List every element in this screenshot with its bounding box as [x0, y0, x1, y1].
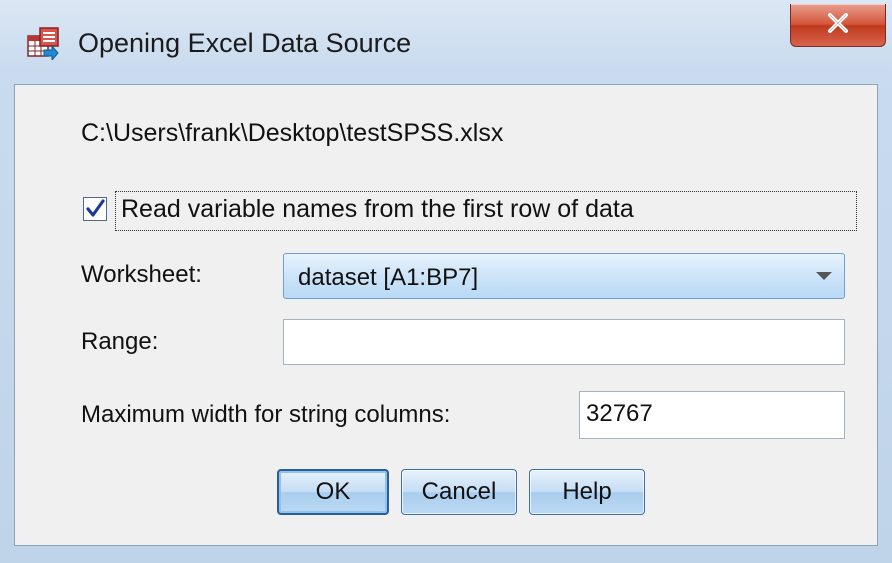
max-width-input[interactable]: 32767 — [579, 391, 845, 439]
checkmark-icon — [86, 199, 105, 217]
ok-button[interactable]: OK — [277, 469, 389, 515]
max-width-label: Maximum width for string columns: — [81, 401, 451, 428]
range-label: Range: — [81, 328, 159, 355]
chevron-down-icon — [816, 272, 832, 280]
read-names-label[interactable]: Read variable names from the first row o… — [121, 195, 634, 224]
close-icon — [827, 12, 849, 38]
file-path: C:\Users\frank\Desktop\testSPSS.xlsx — [81, 119, 504, 147]
range-input[interactable] — [283, 319, 845, 365]
dialog-window: Opening Excel Data Source C:\Users\frank… — [0, 0, 892, 563]
cancel-button[interactable]: Cancel — [401, 469, 517, 515]
help-button[interactable]: Help — [529, 469, 645, 515]
spss-excel-data-icon — [26, 26, 60, 62]
dialog-body: C:\Users\frank\Desktop\testSPSS.xlsx Rea… — [14, 84, 878, 546]
close-button[interactable] — [790, 4, 886, 47]
read-names-checkbox[interactable] — [83, 197, 107, 221]
worksheet-selected-value: dataset [A1:BP7] — [298, 264, 479, 291]
worksheet-label: Worksheet: — [81, 261, 202, 288]
title-bar[interactable]: Opening Excel Data Source — [0, 0, 892, 84]
worksheet-dropdown[interactable]: dataset [A1:BP7] — [283, 253, 845, 299]
window-title: Opening Excel Data Source — [78, 28, 412, 58]
